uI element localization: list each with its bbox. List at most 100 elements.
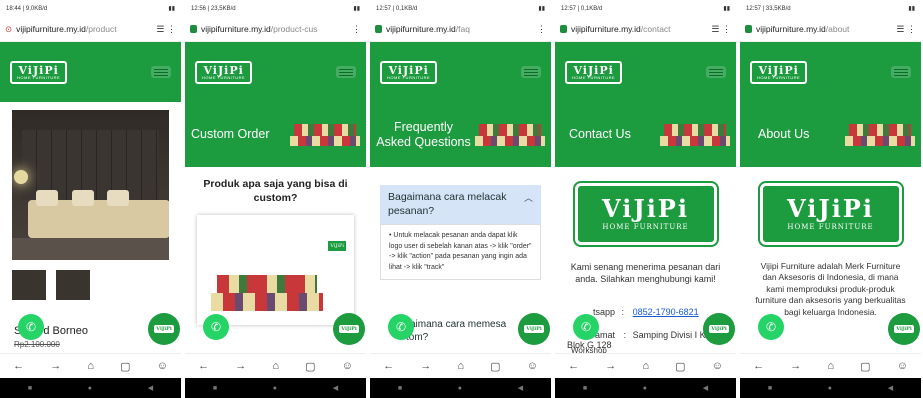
- menu-icon[interactable]: ☰ ⋮: [711, 24, 731, 35]
- lock-icon[interactable]: [745, 25, 752, 33]
- custom-product-image[interactable]: ViJiPi: [197, 215, 354, 326]
- tabs-icon[interactable]: ▢: [120, 360, 130, 373]
- back-icon[interactable]: ←: [13, 360, 24, 372]
- url-text[interactable]: vijipifurniture.my.id/contact: [571, 24, 707, 34]
- chevron-up-icon[interactable]: ︿: [524, 191, 533, 218]
- more-icon[interactable]: ⋮: [352, 24, 361, 35]
- forward-icon[interactable]: →: [790, 360, 801, 372]
- sofa-image: [660, 120, 730, 150]
- home-circle-icon[interactable]: ●: [88, 385, 92, 392]
- back-triangle-icon[interactable]: ◀: [333, 384, 338, 392]
- back-icon[interactable]: ←: [753, 360, 764, 372]
- recents-icon[interactable]: ■: [768, 385, 772, 392]
- tabs-icon[interactable]: ▢: [860, 360, 870, 373]
- address-bar[interactable]: vijipifurniture.my.id/product-cus ⋮: [185, 17, 366, 42]
- site-logo[interactable]: ViJiPi HOME FURNITURE: [380, 60, 438, 84]
- phone-link[interactable]: 0852-1790-6821: [633, 307, 699, 317]
- site-logo[interactable]: ViJiPi HOME FURNITURE: [10, 60, 68, 84]
- site-header: ViJiPi HOME FURNITURE: [555, 42, 736, 102]
- back-icon[interactable]: ←: [198, 360, 209, 372]
- forward-icon[interactable]: →: [420, 360, 431, 372]
- forward-icon[interactable]: →: [605, 360, 616, 372]
- address-bar[interactable]: vijipifurniture.my.id/about ☰ ⋮: [740, 17, 921, 42]
- url-text[interactable]: vijipifurniture.my.id/about: [756, 24, 892, 34]
- whatsapp-button[interactable]: ✆: [18, 314, 44, 340]
- address-bar[interactable]: ⊙ vijipifurniture.my.id/product ☰ ⋮: [0, 17, 181, 42]
- vijipi-chat-button[interactable]: ViJiPi: [703, 313, 735, 345]
- hamburger-icon[interactable]: [891, 66, 911, 78]
- site-header: ViJiPi HOME FURNITURE: [370, 42, 551, 102]
- site-logo[interactable]: ViJiPi HOME FURNITURE: [565, 60, 623, 84]
- home-icon[interactable]: ⌂: [457, 360, 464, 372]
- home-circle-icon[interactable]: ●: [828, 385, 832, 392]
- account-icon[interactable]: ☺: [712, 360, 723, 372]
- forward-icon[interactable]: →: [50, 360, 61, 372]
- thumbnail[interactable]: [12, 270, 46, 300]
- tabs-icon[interactable]: ▢: [305, 360, 315, 373]
- browser-bottom-nav: ← → ⌂ ▢ ☺: [555, 353, 736, 378]
- home-icon[interactable]: ⌂: [87, 360, 94, 372]
- address-bar[interactable]: vijipifurniture.my.id/faq ⋮: [370, 17, 551, 42]
- whatsapp-button[interactable]: ✆: [388, 314, 414, 340]
- sofa-image: [290, 120, 360, 150]
- whatsapp-button[interactable]: ✆: [758, 314, 784, 340]
- account-icon[interactable]: ☺: [897, 360, 908, 372]
- recents-icon[interactable]: ■: [28, 385, 32, 392]
- thumbnail[interactable]: [56, 270, 90, 300]
- site-logo[interactable]: ViJiPi HOME FURNITURE: [195, 60, 253, 84]
- site-header: ViJiPi HOME FURNITURE: [0, 42, 181, 102]
- vijipi-chat-button[interactable]: ViJiPi: [333, 313, 365, 345]
- vijipi-chat-button[interactable]: ViJiPi: [518, 313, 550, 345]
- phone-contact: 12:57 | 0,1KB/d ▮▮ vijipifurniture.my.id/…: [555, 0, 736, 398]
- phone-about: 12:57 | 33,5KB/d ▮▮ vijipifurniture.my.id…: [740, 0, 921, 398]
- hamburger-icon[interactable]: [706, 66, 726, 78]
- menu-icon[interactable]: ☰ ⋮: [896, 24, 916, 35]
- question-heading: Produk apa saja yang bisa di custom?: [203, 178, 348, 205]
- vijipi-chat-button[interactable]: ViJiPi: [148, 313, 180, 345]
- site-logo[interactable]: ViJiPi HOME FURNITURE: [750, 60, 808, 84]
- info-icon[interactable]: ⊙: [5, 24, 12, 35]
- tabs-icon[interactable]: ▢: [490, 360, 500, 373]
- url-text[interactable]: vijipifurniture.my.id/product-cus: [201, 24, 348, 34]
- product-image[interactable]: [12, 110, 169, 260]
- status-bar: 12:57 | 33,5KB/d ▮▮: [740, 0, 921, 17]
- home-circle-icon[interactable]: ●: [273, 385, 277, 392]
- home-circle-icon[interactable]: ●: [643, 385, 647, 392]
- battery-icon: ▮▮: [353, 6, 360, 12]
- recents-icon[interactable]: ■: [213, 385, 217, 392]
- hamburger-icon[interactable]: [151, 66, 171, 78]
- recents-icon[interactable]: ■: [583, 385, 587, 392]
- home-circle-icon[interactable]: ●: [458, 385, 462, 392]
- back-icon[interactable]: ←: [383, 360, 394, 372]
- lock-icon[interactable]: [560, 25, 567, 33]
- home-icon[interactable]: ⌂: [827, 360, 834, 372]
- home-icon[interactable]: ⌂: [642, 360, 649, 372]
- faq-item[interactable]: Bagaimana cara melacak pesanan? ︿: [380, 185, 541, 225]
- more-icon[interactable]: ⋮: [537, 24, 546, 35]
- whatsapp-button[interactable]: ✆: [573, 314, 599, 340]
- tabs-icon[interactable]: ▢: [675, 360, 685, 373]
- back-icon[interactable]: ←: [568, 360, 579, 372]
- account-icon[interactable]: ☺: [342, 360, 353, 372]
- hamburger-icon[interactable]: [336, 66, 356, 78]
- account-icon[interactable]: ☺: [157, 360, 168, 372]
- lock-icon[interactable]: [190, 25, 197, 33]
- forward-icon[interactable]: →: [235, 360, 246, 372]
- system-nav: ■ ● ◀: [555, 378, 736, 398]
- home-icon[interactable]: ⌂: [272, 360, 279, 372]
- menu-icon[interactable]: ☰ ⋮: [156, 24, 176, 35]
- back-triangle-icon[interactable]: ◀: [148, 384, 153, 392]
- faq-question[interactable]: Bagaimana cara melacak pesanan?: [388, 191, 524, 218]
- back-triangle-icon[interactable]: ◀: [518, 384, 523, 392]
- whatsapp-button[interactable]: ✆: [203, 314, 229, 340]
- url-text[interactable]: vijipifurniture.my.id/product: [16, 24, 152, 34]
- recents-icon[interactable]: ■: [398, 385, 402, 392]
- back-triangle-icon[interactable]: ◀: [888, 384, 893, 392]
- url-text[interactable]: vijipifurniture.my.id/faq: [386, 24, 533, 34]
- address-bar[interactable]: vijipifurniture.my.id/contact ☰ ⋮: [555, 17, 736, 42]
- hamburger-icon[interactable]: [521, 66, 541, 78]
- vijipi-chat-button[interactable]: ViJiPi: [888, 313, 920, 345]
- back-triangle-icon[interactable]: ◀: [703, 384, 708, 392]
- lock-icon[interactable]: [375, 25, 382, 33]
- account-icon[interactable]: ☺: [527, 360, 538, 372]
